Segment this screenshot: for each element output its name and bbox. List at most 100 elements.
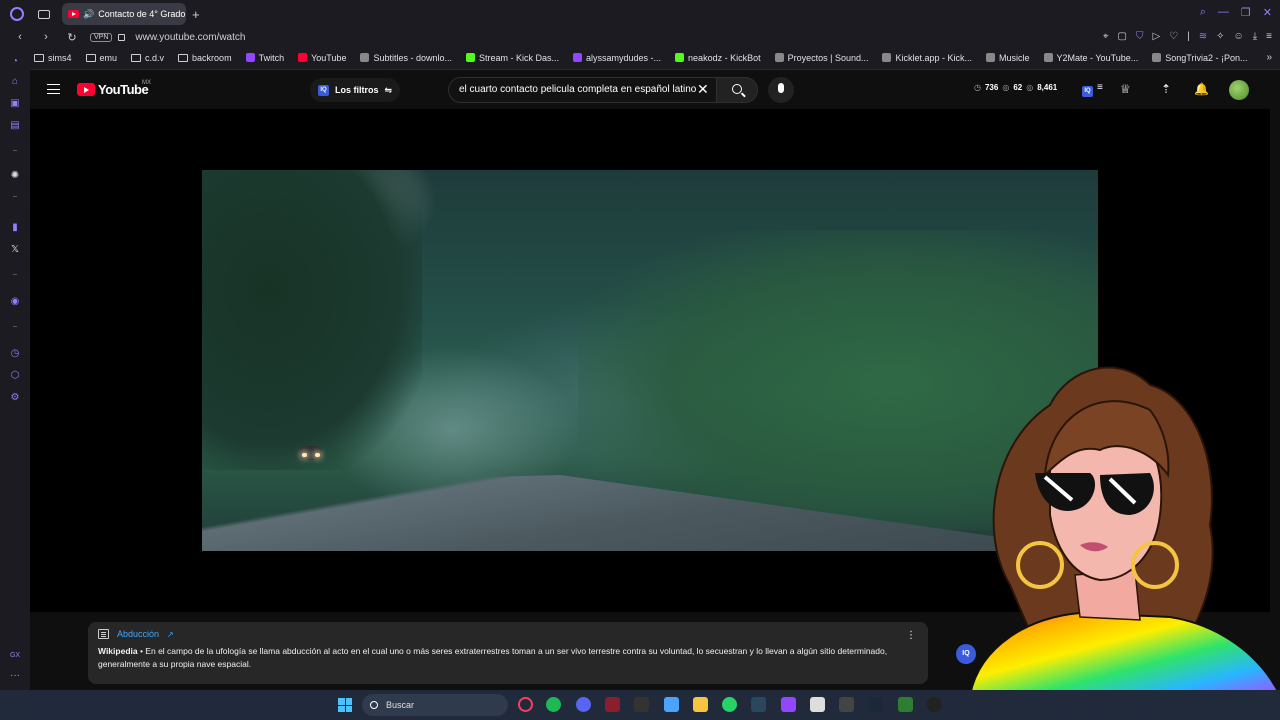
tab-islands-icon[interactable] [38, 9, 50, 19]
notepad-taskbar-icon[interactable] [664, 697, 679, 712]
app-taskbar-icon[interactable] [605, 697, 620, 712]
bookmark-item[interactable]: Twitch [245, 53, 284, 63]
list-icon[interactable]: ≡ [1097, 82, 1103, 93]
bookmark-item[interactable]: Y2Mate - YouTube... [1043, 53, 1138, 63]
site-favicon-icon [882, 53, 892, 62]
reload-button[interactable]: ↻ [66, 31, 78, 44]
windows-start-icon[interactable] [338, 698, 352, 712]
maximize-button[interactable]: ❐ [1241, 6, 1251, 19]
bookmark-item[interactable]: Kicklet.app - Kick... [882, 53, 972, 63]
search-input[interactable]: el cuarto contacto pelicula completa en … [448, 77, 716, 103]
extensions-sidebar-icon[interactable]: ⬡ [9, 370, 21, 382]
taskbar-search[interactable]: Buscar [362, 694, 508, 716]
active-tab[interactable]: 🔊 Contacto de 4° Grado [62, 3, 186, 25]
bookmark-item[interactable]: Subtitles - downlo... [360, 53, 452, 63]
player-icon[interactable]: ◉ [9, 296, 21, 308]
lock-icon[interactable] [118, 33, 126, 41]
epic-games-taskbar-icon[interactable] [634, 697, 649, 712]
avatar[interactable] [1229, 80, 1249, 100]
country-code: MX [142, 80, 151, 86]
bookmark-item[interactable]: alyssamydudes -... [573, 53, 661, 63]
forward-button[interactable]: › [40, 31, 52, 43]
twitch-icon[interactable]: ▮ [9, 222, 21, 234]
opera-gx-taskbar-icon[interactable] [518, 697, 533, 712]
vpn-badge[interactable]: VPN [90, 32, 113, 42]
bookmark-label: YouTube [311, 52, 347, 63]
steam-taskbar-icon[interactable] [751, 697, 766, 712]
file-explorer-taskbar-icon[interactable] [693, 697, 708, 712]
bookmark-item[interactable]: emu [85, 53, 117, 63]
bookmark-label: Subtitles - downlo... [373, 52, 452, 63]
profile-icon[interactable]: ☺ [1234, 31, 1244, 42]
steam2-taskbar-icon[interactable] [868, 697, 883, 712]
bookmark-item[interactable]: backroom [178, 53, 232, 63]
kick-taskbar-icon[interactable] [898, 697, 913, 712]
discord-icon[interactable]: ▣ [9, 98, 21, 110]
folder-icon [131, 53, 142, 62]
spotify-taskbar-icon[interactable] [546, 697, 561, 712]
play-icon[interactable]: ▷ [1152, 31, 1160, 42]
wiki-source[interactable]: Wikipedia [98, 646, 138, 656]
whatsapp-taskbar-icon[interactable] [722, 697, 737, 712]
messenger-icon[interactable]: ▤ [9, 120, 21, 132]
obs-taskbar-icon[interactable] [927, 697, 942, 712]
bookmark-item[interactable]: Stream - Kick Das... [466, 53, 559, 63]
bookmarks-overflow-icon[interactable]: » [1266, 52, 1272, 63]
iq-extension-icon[interactable]: IQ [1082, 85, 1093, 97]
bookmark-item[interactable]: sims4 [34, 53, 72, 63]
bookmark-item[interactable]: YouTube [298, 53, 346, 63]
clear-search-icon[interactable]: ✕ [697, 82, 709, 96]
search-button[interactable] [716, 77, 758, 103]
close-button[interactable]: ✕ [1263, 6, 1272, 19]
upload-icon[interactable]: ⇡ [1161, 82, 1171, 96]
opera-logo-icon[interactable] [10, 7, 24, 21]
download-icon[interactable]: ⤓ [1253, 31, 1257, 42]
heart-icon[interactable]: ♡ [1169, 31, 1178, 42]
twitch-taskbar-icon[interactable] [781, 697, 796, 712]
gx-icon[interactable]: GX [9, 650, 21, 662]
snapshot-icon[interactable]: ▢ [1118, 31, 1127, 42]
bookmark-item[interactable]: Proyectos | Sound... [774, 53, 868, 63]
search-tabs-icon[interactable]: ⌕ [1200, 6, 1206, 19]
crypto-wallet-icon[interactable]: ⌂ [9, 76, 21, 88]
url-field[interactable]: www.youtube.com/watch [135, 32, 245, 43]
speaker-icon[interactable]: 🔊 [83, 9, 94, 20]
eye-icon: ◎ [1002, 83, 1010, 92]
back-button[interactable]: ‹ [14, 31, 26, 43]
filters-button[interactable]: IQ Los filtros ⇋ [310, 78, 401, 102]
wiki-title-link[interactable]: Abducción [117, 629, 159, 639]
bookmark-item[interactable]: Musicle [986, 53, 1030, 63]
more-options-icon[interactable]: ⋮ [906, 630, 916, 641]
voice-search-button[interactable] [768, 77, 794, 103]
discord-taskbar-icon[interactable] [576, 697, 591, 712]
pin-icon[interactable]: ⌖ [1103, 31, 1109, 42]
app2-taskbar-icon[interactable] [810, 697, 825, 712]
aria-icon[interactable]: ◔ [9, 56, 21, 68]
bookmark-item[interactable]: SongTrivia2 - ¡Pon... [1152, 53, 1247, 63]
xbox-taskbar-icon[interactable] [839, 697, 854, 712]
shield-icon[interactable]: ⛉ [1136, 31, 1144, 42]
divider [13, 196, 17, 197]
wave-icon[interactable]: ≋ [1199, 31, 1207, 42]
minimize-button[interactable]: — [1218, 6, 1229, 19]
browser-tab-bar: 🔊 Contacto de 4° Grado + ⌕ — ❐ ✕ [0, 0, 1280, 28]
notifications-bell-icon[interactable]: 🔔 [1194, 82, 1209, 96]
bookmark-item[interactable]: neakodz - KickBot [675, 53, 761, 63]
youtube-logo[interactable]: YouTube [77, 82, 149, 97]
extensions-icon[interactable]: ✧ [1216, 31, 1224, 42]
eye-icon: ◎ [1026, 83, 1034, 92]
menu-icon[interactable]: ≡ [1266, 31, 1272, 42]
history-icon[interactable]: ◷ [9, 348, 21, 360]
x-icon[interactable]: 𝕏 [9, 244, 21, 256]
separator-icon: | [1187, 31, 1190, 42]
external-link-icon[interactable]: ↗ [167, 630, 174, 639]
settings-icon[interactable]: ⚙ [9, 392, 21, 404]
more-icon[interactable]: ··· [9, 670, 21, 682]
trophy-icon[interactable]: ♕ [1120, 82, 1131, 96]
screen: 🔊 Contacto de 4° Grado + ⌕ — ❐ ✕ ‹ › ↻ V… [0, 0, 1280, 720]
bookmark-item[interactable]: c.d.v [131, 53, 164, 63]
new-tab-button[interactable]: + [192, 7, 200, 22]
chatgpt-icon[interactable]: ✺ [9, 170, 21, 182]
divider [13, 326, 17, 327]
hamburger-menu-icon[interactable] [47, 84, 60, 94]
